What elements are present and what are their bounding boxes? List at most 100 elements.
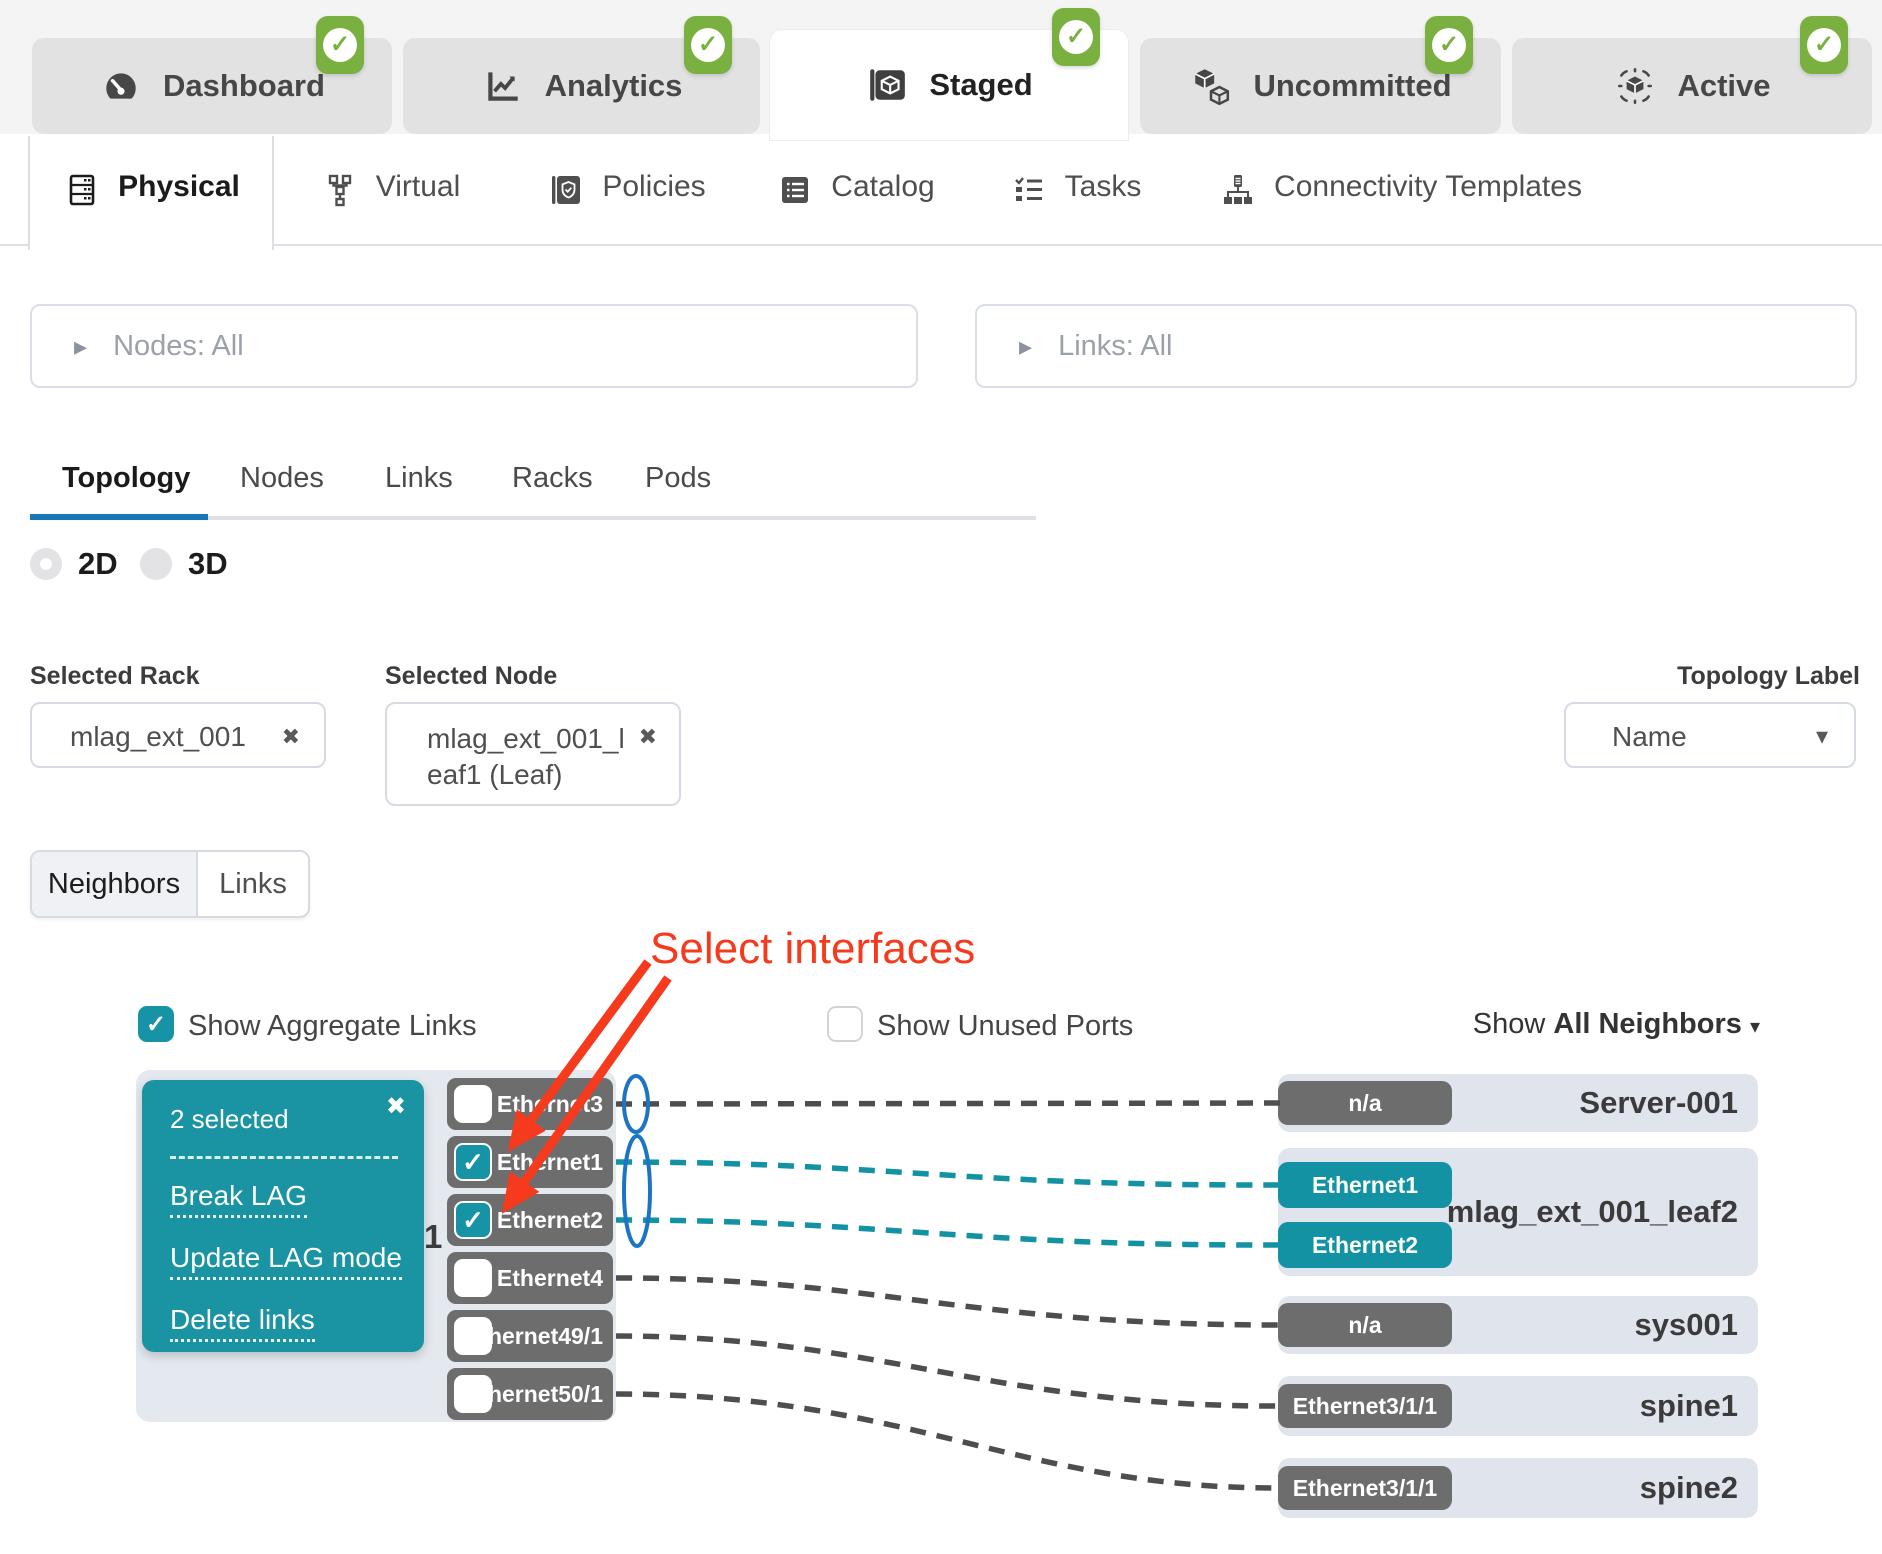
committed-check-badge: ✓ — [1052, 8, 1100, 66]
tab-topology[interactable]: Topology — [62, 462, 190, 495]
links-toggle-button[interactable]: Links — [196, 852, 308, 916]
tab-label: Analytics — [545, 68, 683, 104]
virtual-network-icon — [320, 170, 360, 210]
check-icon: ✓ — [1066, 25, 1086, 49]
neighbor-name: spine2 — [1640, 1470, 1738, 1506]
tab-links[interactable]: Links — [385, 462, 453, 495]
subnav-item-catalog[interactable]: Catalog — [770, 136, 940, 244]
subnav-divider — [0, 244, 28, 246]
interface-pill-ethernet50-1[interactable]: ✓ Ethernet50/1 — [447, 1368, 613, 1420]
link-ethernet4-sys001 — [616, 1278, 1280, 1325]
show-neighbors-dropdown[interactable]: Show All Neighbors ▾ — [1430, 1008, 1760, 1041]
show-neighbors-prefix: Show — [1473, 1008, 1554, 1040]
subnav-label: Catalog — [831, 170, 934, 204]
tab-nodes[interactable]: Nodes — [240, 462, 324, 495]
neighbor-port: Ethernet1 — [1278, 1162, 1452, 1208]
interface-label: Ethernet2 — [497, 1207, 613, 1234]
interface-pill-ethernet49-1[interactable]: ✓ Ethernet49/1 — [447, 1310, 613, 1362]
subnav-item-virtual[interactable]: Virtual — [300, 136, 480, 244]
tab-racks[interactable]: Racks — [512, 462, 593, 495]
neighbor-port: Ethernet3/1/1 — [1278, 1384, 1452, 1428]
check-icon: ✓ — [146, 1010, 166, 1039]
selected-rack-value: mlag_ext_001 — [70, 721, 246, 753]
highlight-ellipse-ethernet3 — [624, 1076, 648, 1132]
tab-label: Dashboard — [163, 68, 325, 104]
interface-checkbox[interactable]: ✓ — [454, 1201, 492, 1239]
selected-node-label: Selected Node — [385, 662, 557, 691]
selected-rack-field[interactable]: mlag_ext_001 ✖ — [30, 702, 326, 768]
tab-staged[interactable]: Staged ✓ — [770, 30, 1128, 140]
links-filter-box[interactable]: ▸ Links: All — [975, 304, 1857, 388]
interface-checkbox[interactable]: ✓ — [454, 1259, 492, 1297]
committed-check-badge: ✓ — [1800, 16, 1848, 74]
staged-cube-icon — [865, 63, 909, 107]
clear-icon[interactable]: ✖ — [282, 724, 300, 750]
neighbor-name: mlag_ext_001_leaf2 — [1447, 1194, 1738, 1230]
show-unused-ports-checkbox[interactable]: ✓ — [827, 1006, 863, 1042]
subnav-item-physical[interactable]: Physical — [28, 136, 274, 250]
interface-label: Ethernet1 — [497, 1149, 613, 1176]
break-lag-link[interactable]: Break LAG — [170, 1180, 307, 1218]
link-ethernet1-lag — [616, 1162, 1280, 1185]
committed-check-badge: ✓ — [684, 16, 732, 74]
selection-count: 2 selected — [170, 1104, 289, 1135]
interface-pill-ethernet4[interactable]: ✓ Ethernet4 — [447, 1252, 613, 1304]
caret-right-icon: ▸ — [1019, 331, 1032, 362]
neighbor-name: Server-001 — [1579, 1085, 1738, 1121]
subnav-item-tasks[interactable]: Tasks — [1005, 136, 1145, 244]
check-icon: ✓ — [1814, 33, 1834, 57]
neighbor-port: Ethernet3/1/1 — [1278, 1466, 1452, 1510]
tasks-checklist-icon — [1009, 170, 1049, 210]
link-ethernet49-spine1 — [616, 1336, 1280, 1406]
interface-pill-ethernet3[interactable]: ✓ Ethernet3 — [447, 1078, 613, 1130]
catalog-list-icon — [775, 170, 815, 210]
subnav-item-connectivity-templates[interactable]: Connectivity Templates — [1205, 136, 1595, 244]
tab-dashboard[interactable]: Dashboard ✓ — [32, 38, 392, 134]
link-ethernet50-spine2 — [616, 1394, 1280, 1488]
selected-rack-label: Selected Rack — [30, 662, 200, 691]
panel-mode-toggle: Neighbors Links — [30, 850, 310, 918]
interface-label: Ethernet3 — [497, 1091, 613, 1118]
radio-2d[interactable] — [30, 548, 62, 580]
check-icon: ✓ — [1439, 33, 1459, 57]
subnav-item-policies[interactable]: Policies — [536, 136, 716, 244]
show-aggregate-links-label: Show Aggregate Links — [188, 1010, 477, 1043]
interface-pill-ethernet2[interactable]: ✓ Ethernet2 — [447, 1194, 613, 1246]
blueprint-tab-bar: Dashboard ✓ Analytics ✓ Staged ✓ — [0, 0, 1882, 134]
delete-links-link[interactable]: Delete links — [170, 1304, 315, 1342]
clear-icon[interactable]: ✖ — [639, 724, 657, 750]
interface-pill-ethernet1[interactable]: ✓ Ethernet1 — [447, 1136, 613, 1188]
nodes-filter-box[interactable]: ▸ Nodes: All — [30, 304, 918, 388]
selected-node-field[interactable]: mlag_ext_001_leaf1 (Leaf) ✖ — [385, 702, 681, 806]
sitemap-icon — [1218, 170, 1258, 210]
check-icon: ✓ — [462, 1147, 484, 1178]
show-aggregate-links-checkbox[interactable]: ✓ — [138, 1006, 174, 1042]
radio-3d[interactable] — [140, 548, 172, 580]
close-icon[interactable]: ✖ — [386, 1092, 406, 1121]
tab-pods[interactable]: Pods — [645, 462, 711, 495]
interface-checkbox[interactable]: ✓ — [454, 1317, 492, 1355]
tab-active[interactable]: Active ✓ — [1512, 38, 1872, 134]
tab-label: Active — [1677, 68, 1770, 104]
subnav-divider — [272, 244, 1882, 246]
neighbor-port: Ethernet2 — [1278, 1222, 1452, 1268]
interface-checkbox[interactable]: ✓ — [454, 1375, 492, 1413]
highlight-ellipse-lag-pair — [624, 1136, 650, 1246]
apstra-blueprint-page: Dashboard ✓ Analytics ✓ Staged ✓ — [0, 0, 1882, 1554]
neighbors-toggle-button[interactable]: Neighbors — [32, 852, 196, 916]
update-lag-mode-link[interactable]: Update LAG mode — [170, 1242, 402, 1280]
interface-checkbox[interactable]: ✓ — [454, 1085, 492, 1123]
nodes-filter-text: Nodes: All — [113, 330, 244, 363]
committed-check-badge: ✓ — [1425, 16, 1473, 74]
popup-separator — [170, 1156, 398, 1159]
policies-shield-icon — [546, 170, 586, 210]
neighbor-name: spine1 — [1640, 1388, 1738, 1424]
local-node-label-clipped: 1 — [424, 1218, 442, 1256]
tab-analytics[interactable]: Analytics ✓ — [403, 38, 760, 134]
check-icon: ✓ — [462, 1205, 484, 1236]
interface-checkbox[interactable]: ✓ — [454, 1143, 492, 1181]
tab-uncommitted[interactable]: Uncommitted ✓ — [1140, 38, 1501, 134]
active-tab-underline — [30, 514, 208, 520]
show-unused-ports-label: Show Unused Ports — [877, 1010, 1133, 1043]
topology-label-select[interactable]: Name ▾ — [1564, 702, 1856, 768]
